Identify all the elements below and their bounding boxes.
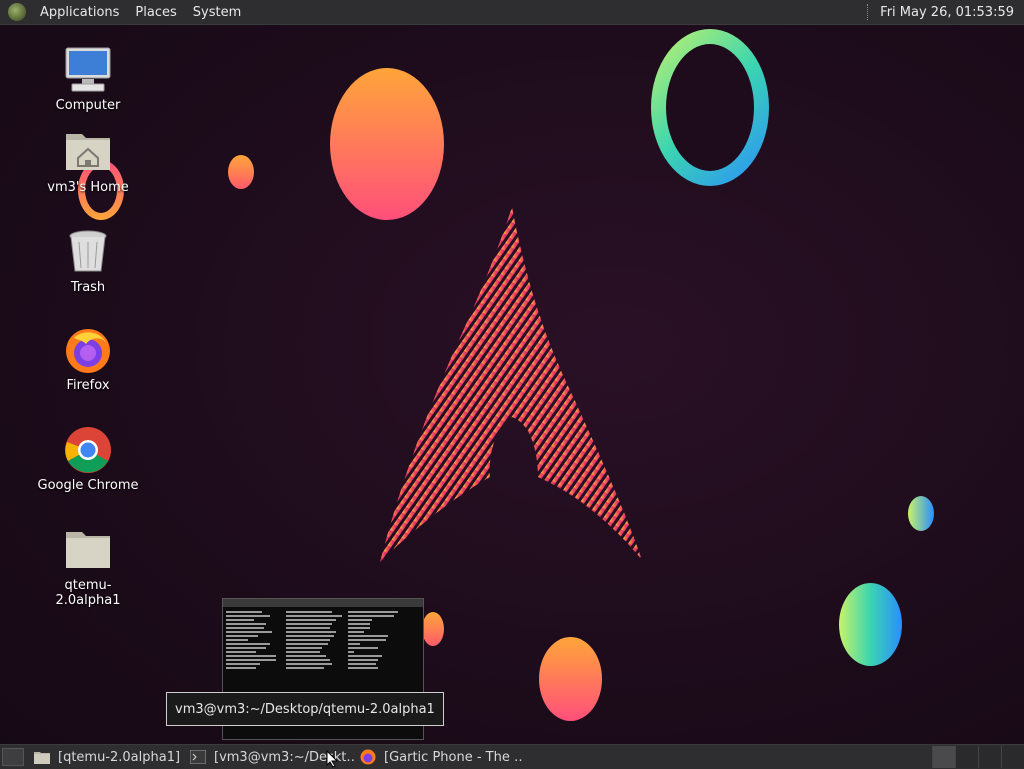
distro-logo-icon[interactable] xyxy=(8,3,26,21)
terminal-menubar xyxy=(223,599,423,607)
desktop-icon-qtemu-folder[interactable]: qtemu-2.0alpha1 xyxy=(33,526,143,608)
desktop-icon-trash[interactable]: Trash xyxy=(33,228,143,295)
mouse-cursor-icon xyxy=(326,750,338,768)
wallpaper-circle xyxy=(539,637,602,721)
wallpaper-circle xyxy=(839,583,902,666)
terminal-output xyxy=(223,607,423,673)
desktop-icon-computer[interactable]: Computer xyxy=(33,46,143,113)
desktop-icon-home[interactable]: vm3's Home xyxy=(33,128,143,195)
workspace-4[interactable] xyxy=(1001,746,1024,768)
chrome-icon xyxy=(64,426,112,474)
taskbar-item-label: [Gartic Phone - The … xyxy=(384,749,522,765)
show-desktop-button[interactable] xyxy=(2,748,24,766)
folder-icon xyxy=(34,752,50,764)
taskbar-item-label: [qtemu-2.0alpha1] xyxy=(58,749,181,765)
desktop-icon-label: qtemu-2.0alpha1 xyxy=(55,578,121,608)
trash-icon xyxy=(64,228,112,276)
workspace-2[interactable] xyxy=(955,746,978,768)
top-panel: Applications Places System Fri May 26, 0… xyxy=(0,0,1024,25)
desktop-icon-label: Google Chrome xyxy=(37,478,139,493)
arch-logo xyxy=(380,207,642,562)
firefox-icon xyxy=(64,326,112,374)
taskbar-item-firefox[interactable]: [Gartic Phone - The … xyxy=(354,746,522,768)
terminal-icon xyxy=(190,750,206,764)
wallpaper-circle xyxy=(422,612,444,646)
wallpaper-circle xyxy=(908,496,934,531)
workspace-3[interactable] xyxy=(978,746,1001,768)
folder-icon xyxy=(64,526,112,574)
menu-applications[interactable]: Applications xyxy=(32,5,127,20)
desktop-icon-label: Firefox xyxy=(66,378,110,393)
firefox-icon xyxy=(360,749,376,765)
menu-system[interactable]: System xyxy=(185,5,249,20)
menu-places[interactable]: Places xyxy=(127,5,184,20)
computer-icon xyxy=(64,46,112,94)
taskbar-item-qtemu-folder[interactable]: [qtemu-2.0alpha1] xyxy=(28,746,184,768)
workspace-1[interactable] xyxy=(932,746,955,768)
window-title-tooltip: vm3@vm3:~/Desktop/qtemu-2.0alpha1 xyxy=(166,692,444,726)
wallpaper-circle xyxy=(330,68,444,220)
workspace-switcher xyxy=(932,746,1024,768)
desktop-icon-firefox[interactable]: Firefox xyxy=(33,326,143,393)
desktop-icon-label: Computer xyxy=(55,98,121,113)
desktop-icon-chrome[interactable]: Google Chrome xyxy=(33,426,143,493)
desktop-icon-label: vm3's Home xyxy=(47,180,129,195)
wallpaper-ring xyxy=(651,29,769,186)
wallpaper-circle xyxy=(228,155,254,189)
panel-separator xyxy=(867,4,870,20)
bottom-panel: [qtemu-2.0alpha1] [vm3@vm3:~/Deskt… [Gar… xyxy=(0,744,1024,769)
desktop-icon-label: Trash xyxy=(70,280,106,295)
clock[interactable]: Fri May 26, 01:53:59 xyxy=(880,5,1024,20)
home-folder-icon xyxy=(64,128,112,176)
